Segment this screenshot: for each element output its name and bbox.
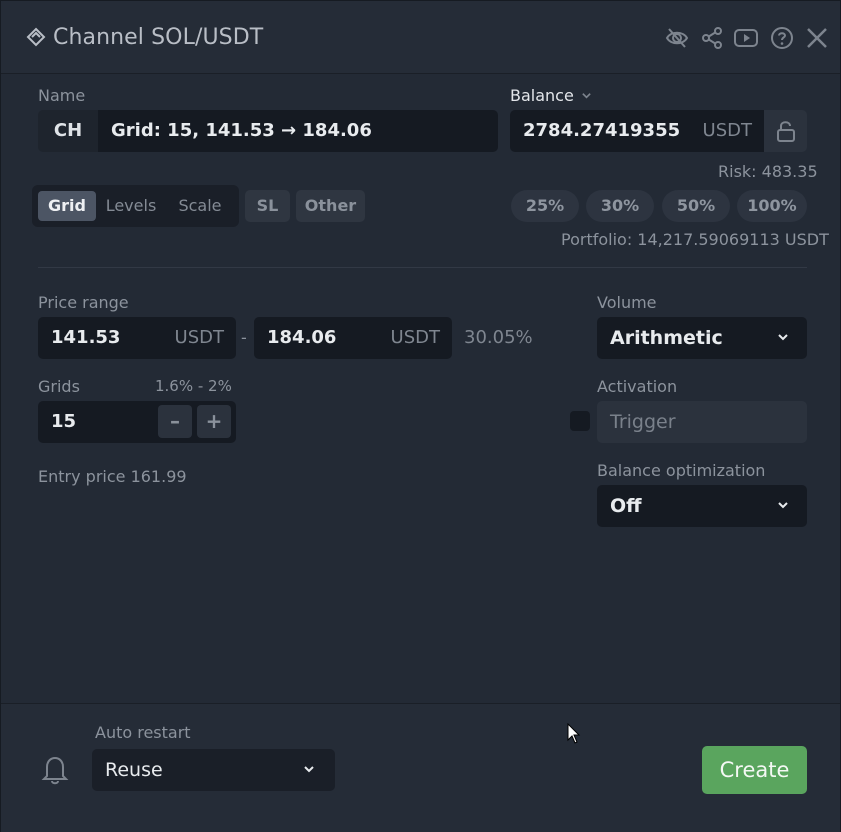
title-bar: Channel SOL/USDT <box>1 1 840 74</box>
sl-button[interactable]: SL <box>245 190 290 222</box>
balance-optimization-value: Off <box>610 495 642 517</box>
dialog-title: Channel SOL/USDT <box>53 25 264 50</box>
price-from-input[interactable]: 141.53 USDT <box>38 317 236 359</box>
balance-label[interactable]: Balance <box>510 86 574 105</box>
chevron-down-icon <box>304 766 314 773</box>
mode-tabs: Grid Levels Scale <box>32 185 239 227</box>
name-prefix[interactable]: CH <box>38 110 98 152</box>
grids-label: Grids <box>38 377 80 396</box>
activation-checkbox[interactable] <box>570 411 590 431</box>
volume-label: Volume <box>597 293 657 312</box>
tab-scale[interactable]: Scale <box>168 191 232 221</box>
price-to-unit: USDT <box>390 327 440 348</box>
balance-input[interactable]: 2784.27419355 USDT <box>510 110 764 152</box>
activation-trigger-input[interactable]: Trigger <box>597 401 807 443</box>
chevron-down-icon <box>778 502 788 509</box>
price-from-value: 141.53 <box>51 327 121 348</box>
auto-restart-label: Auto restart <box>95 723 191 742</box>
trigger-placeholder: Trigger <box>610 411 676 433</box>
share-icon[interactable] <box>699 25 725 51</box>
auto-restart-select[interactable]: Reuse <box>92 749 335 791</box>
portfolio-text: Portfolio: 14,217.59069113 USDT <box>561 230 829 249</box>
grids-plus-button[interactable]: + <box>197 405 231 438</box>
lock-button[interactable] <box>764 110 807 152</box>
volume-value: Arithmetic <box>610 327 723 349</box>
grids-range-hint: 1.6% - 2% <box>155 377 232 395</box>
grids-minus-button[interactable]: – <box>158 405 192 438</box>
activation-label: Activation <box>597 377 678 396</box>
balance-optimization-select[interactable]: Off <box>597 485 807 527</box>
price-to-input[interactable]: 184.06 USDT <box>254 317 452 359</box>
risk-text: Risk: 483.35 <box>718 162 818 181</box>
price-range-label: Price range <box>38 293 129 312</box>
chevron-down-icon[interactable] <box>581 90 592 101</box>
chevron-down-icon <box>778 334 788 341</box>
price-range-percent: 30.05% <box>464 327 533 348</box>
name-input[interactable]: Grid: 15, 141.53 → 184.06 <box>98 110 498 152</box>
entry-price-text: Entry price 161.99 <box>38 467 187 486</box>
percent-25-button[interactable]: 25% <box>511 190 579 222</box>
youtube-icon[interactable] <box>733 25 759 51</box>
close-icon[interactable] <box>804 25 830 51</box>
price-range-separator: - <box>241 328 247 347</box>
balance-value: 2784.27419355 <box>523 120 681 141</box>
other-button[interactable]: Other <box>296 190 365 222</box>
percent-50-button[interactable]: 50% <box>662 190 730 222</box>
name-value: Grid: 15, 141.53 → 184.06 <box>111 120 372 141</box>
name-label: Name <box>38 86 86 105</box>
percent-100-button[interactable]: 100% <box>737 190 807 222</box>
help-icon[interactable] <box>769 25 795 51</box>
grids-value: 15 <box>51 411 77 432</box>
mouse-cursor-icon <box>567 723 581 744</box>
eye-off-icon[interactable] <box>664 25 690 51</box>
divider <box>38 267 807 268</box>
percent-30-button[interactable]: 30% <box>586 190 654 222</box>
tab-grid[interactable]: Grid <box>38 191 96 221</box>
balance-optimization-label: Balance optimization <box>597 461 766 480</box>
balance-unit: USDT <box>702 120 752 141</box>
channel-dialog: Channel SOL/USDT Name CH Grid: 15, 141.5… <box>0 0 841 832</box>
channel-icon <box>26 27 46 47</box>
tab-levels[interactable]: Levels <box>100 191 162 221</box>
auto-restart-value: Reuse <box>105 759 163 781</box>
price-from-unit: USDT <box>174 327 224 348</box>
volume-select[interactable]: Arithmetic <box>597 317 807 359</box>
unlock-icon <box>777 121 795 142</box>
create-button[interactable]: Create <box>702 746 807 794</box>
price-to-value: 184.06 <box>267 327 337 348</box>
bell-icon[interactable] <box>40 753 70 785</box>
